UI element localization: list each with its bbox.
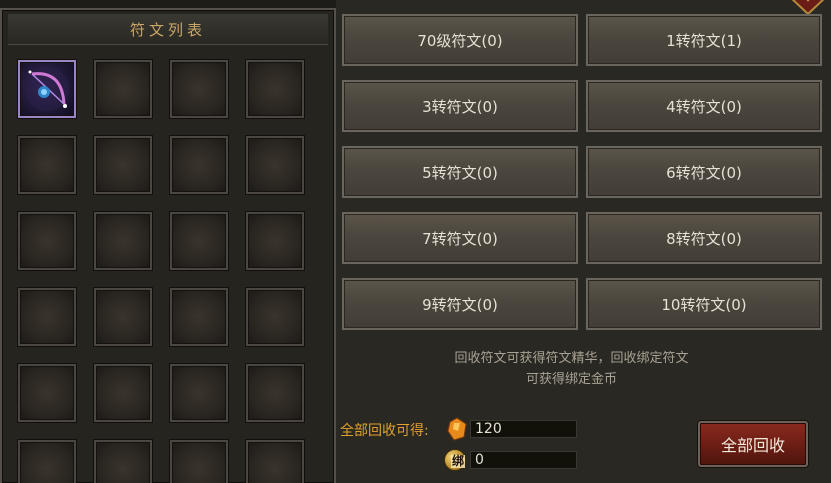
rune-slot[interactable] — [170, 136, 228, 194]
essence-value-field: 120 — [470, 420, 577, 438]
recycle-panel: 70级符文(0) 1转符文(1) 3转符文(0) 4转符文(0) 5转符文(0) 6转符文… — [336, 0, 831, 483]
rune-slot[interactable] — [246, 212, 304, 270]
rune-slot[interactable] — [246, 60, 304, 118]
rune-slot[interactable] — [94, 440, 152, 483]
rune-slot[interactable] — [170, 212, 228, 270]
rune-slot[interactable] — [94, 212, 152, 270]
rune-slot[interactable] — [170, 364, 228, 422]
panel-title: 符文列表 — [129, 20, 206, 39]
rune-slot[interactable] — [246, 136, 304, 194]
rune-slot[interactable] — [18, 364, 76, 422]
bound-gold-value-field: 0 — [470, 451, 577, 469]
rune-category-button[interactable]: 8转符文(0) — [586, 212, 822, 264]
rune-slot[interactable] — [94, 288, 152, 346]
rune-category-button[interactable]: 6转符文(0) — [586, 146, 822, 198]
rune-list-panel: 符文列表 — [0, 8, 336, 483]
rune-category-button[interactable]: 5转符文(0) — [342, 146, 578, 198]
rune-category-button[interactable]: 10转符文(0) — [586, 278, 822, 330]
rune-slot[interactable] — [18, 440, 76, 483]
recycle-total-label: 全部回收可得: — [340, 423, 429, 439]
rune-slot[interactable] — [170, 288, 228, 346]
rune-slot[interactable] — [18, 60, 76, 118]
bow-rune-icon — [25, 67, 69, 111]
rune-category-button[interactable]: 3转符文(0) — [342, 80, 578, 132]
panel-header: 符文列表 — [8, 14, 328, 45]
rune-slot[interactable] — [246, 364, 304, 422]
rune-slot[interactable] — [94, 364, 152, 422]
rune-essence-icon — [447, 417, 467, 441]
rune-slot[interactable] — [246, 288, 304, 346]
rune-category-button[interactable]: 1转符文(1) — [586, 14, 822, 66]
recycle-hint-line2: 可获得绑定金币 — [525, 372, 617, 387]
recycle-all-button[interactable]: 全部回收 — [698, 421, 808, 467]
rune-slot[interactable] — [94, 136, 152, 194]
rune-slot-grid — [18, 60, 304, 483]
rune-category-button[interactable]: 7转符文(0) — [342, 212, 578, 264]
rune-slot[interactable] — [170, 60, 228, 118]
rune-slot[interactable] — [18, 288, 76, 346]
rune-slot[interactable] — [170, 440, 228, 483]
rune-category-button[interactable]: 9转符文(0) — [342, 278, 578, 330]
rune-slot[interactable] — [18, 212, 76, 270]
rune-category-button[interactable]: 4转符文(0) — [586, 80, 822, 132]
rune-slot[interactable] — [94, 60, 152, 118]
recycle-hint-line1: 回收符文可获得符文精华，回收绑定符文 — [454, 351, 689, 366]
rune-slot[interactable] — [246, 440, 304, 483]
bound-gold-tag: 绑 — [451, 454, 466, 468]
rune-category-button[interactable]: 70级符文(0) — [342, 14, 578, 66]
rune-slot[interactable] — [18, 136, 76, 194]
